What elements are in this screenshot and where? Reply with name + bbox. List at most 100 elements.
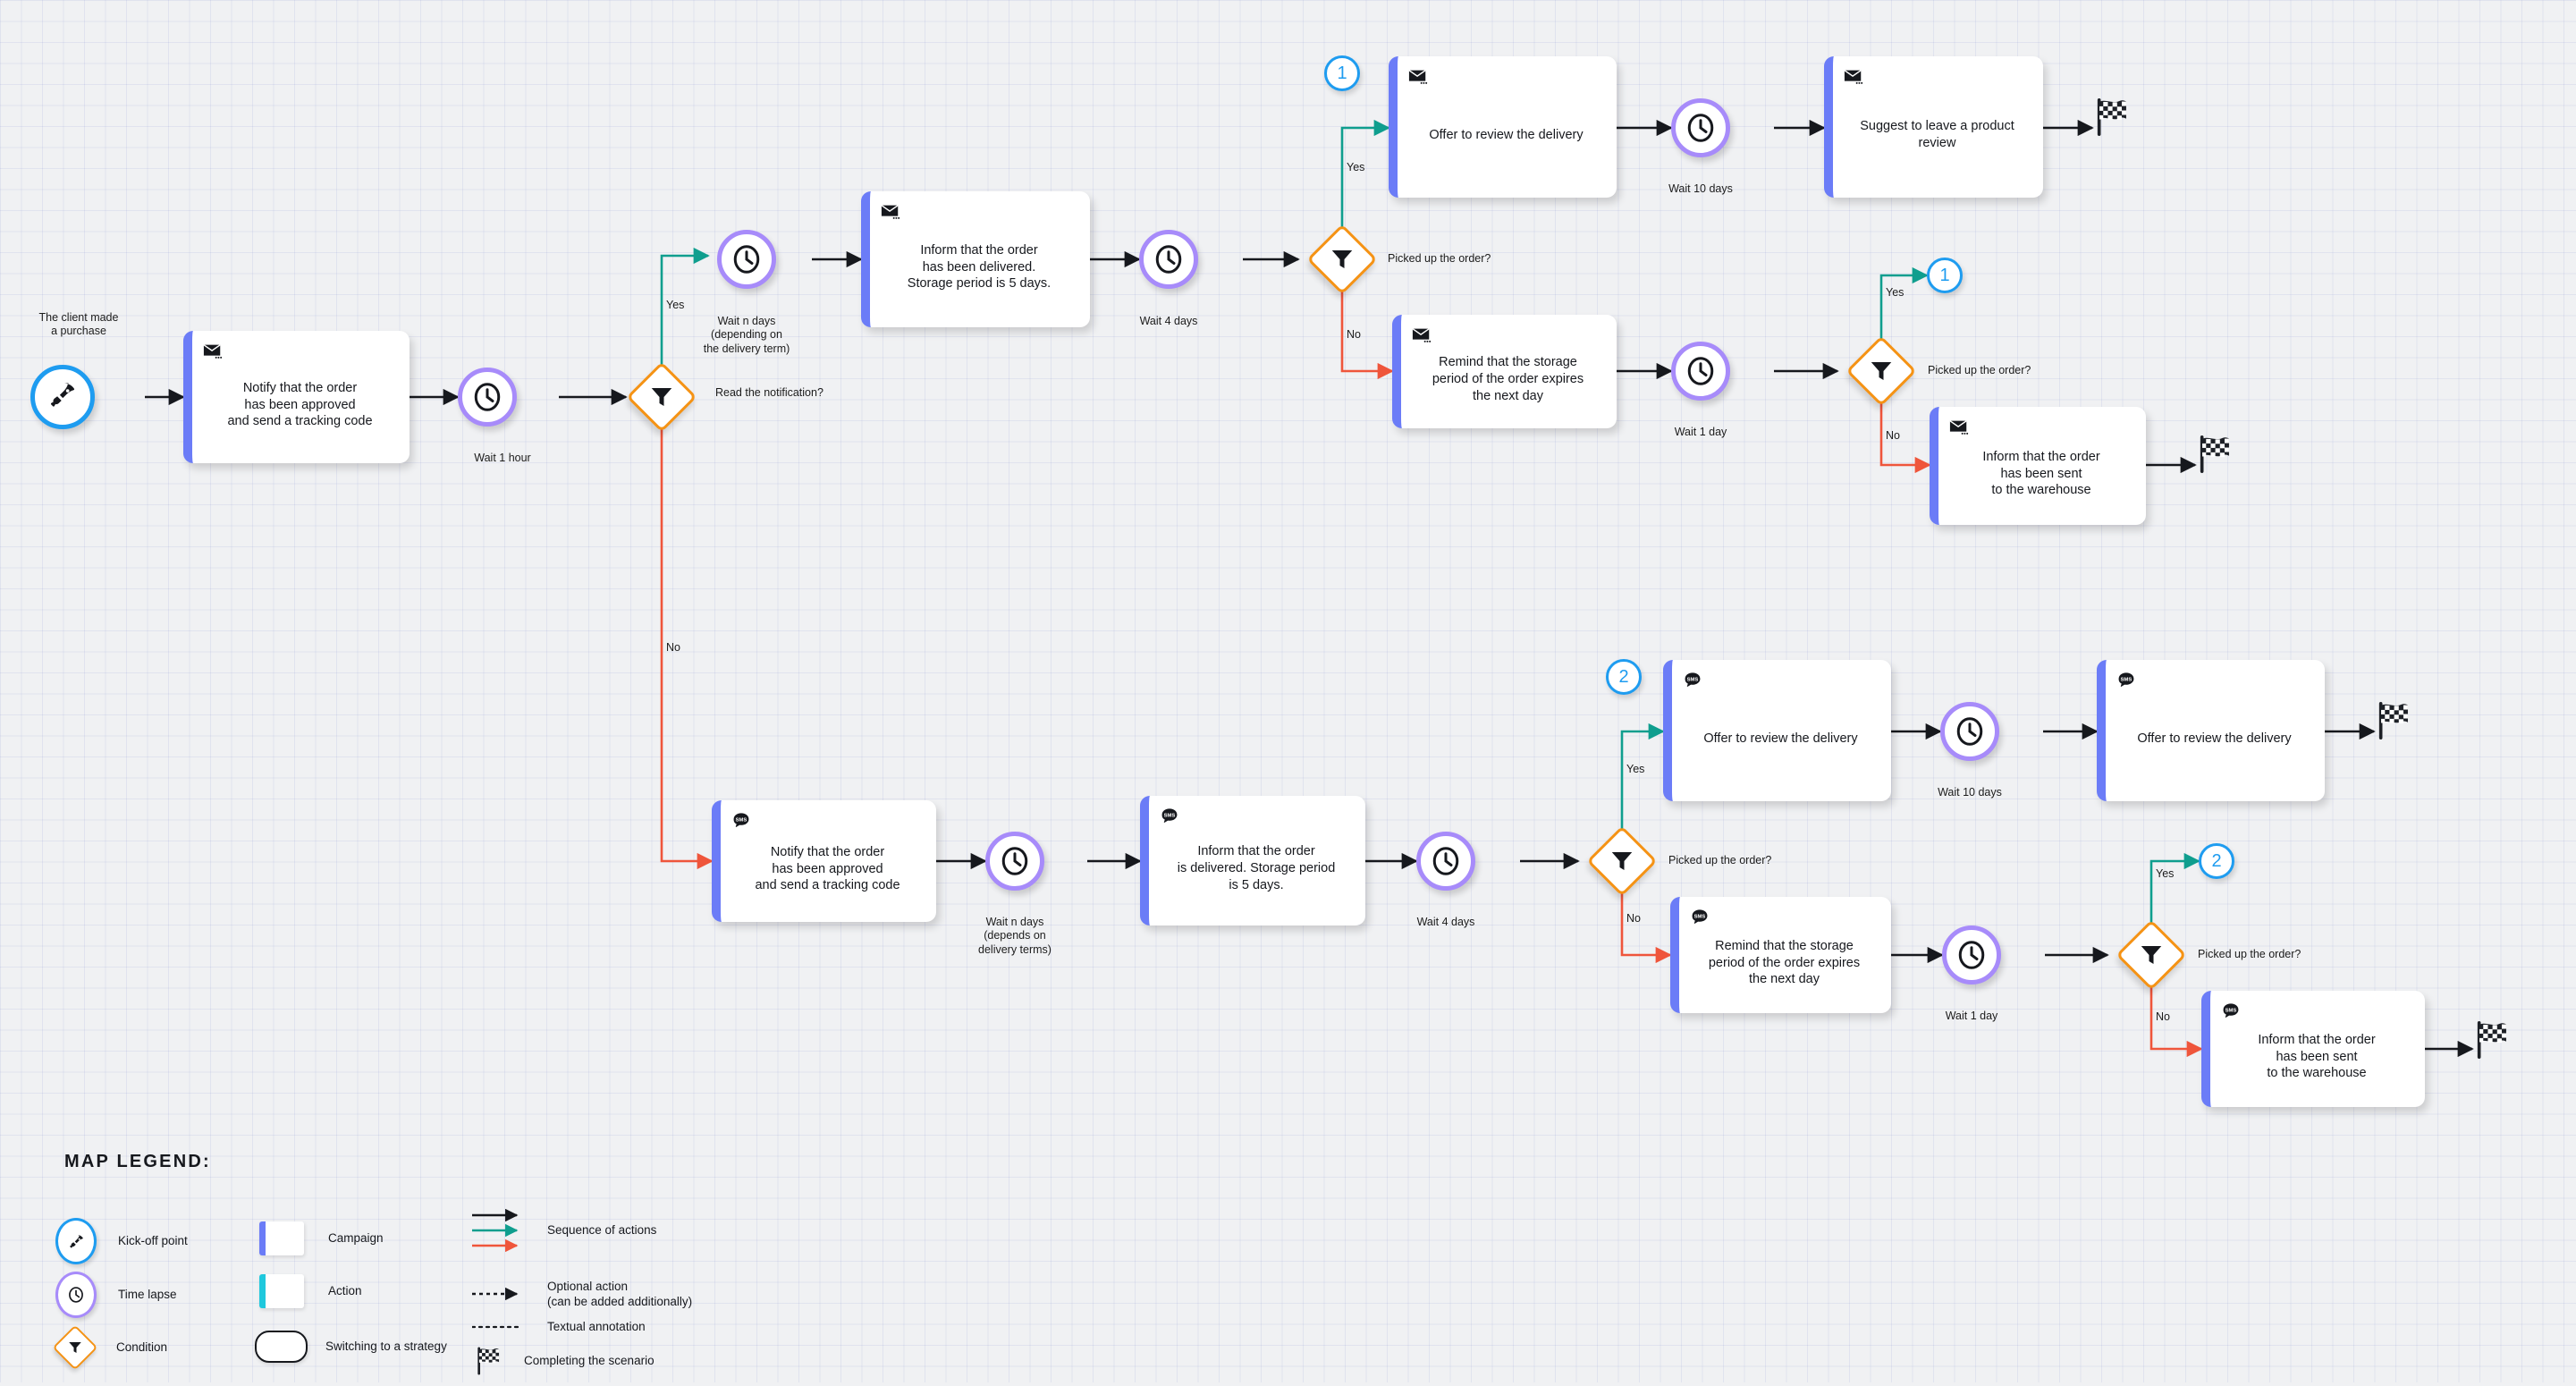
- wait-label-w4: Wait 10 days: [1668, 182, 1733, 195]
- campaign-node-c12[interactable]: SMS Inform that the order has been sent …: [2201, 991, 2425, 1107]
- edge-label-yes-d5: Yes: [2156, 867, 2175, 880]
- campaign-node-c8[interactable]: SMS Inform that the order is delivered. …: [1140, 796, 1365, 925]
- campaign-node-c3[interactable]: Offer to review the delivery: [1389, 56, 1617, 198]
- dotted-line: [472, 1325, 523, 1328]
- dashed-arrow: [472, 1288, 519, 1301]
- wait-label-w1: Wait 1 hour: [474, 452, 531, 464]
- legend-item-condition: Condition: [52, 1324, 168, 1371]
- funnel-icon: [69, 1342, 81, 1353]
- edge-label-yes-d4: Yes: [1626, 763, 1645, 775]
- reference-circle-2a[interactable]: 2: [1606, 659, 1642, 695]
- action-block: [259, 1274, 304, 1308]
- campaign-text: Inform that the order is delivered. Stor…: [1177, 844, 1336, 892]
- campaign-text: Remind that the storage period of the or…: [1432, 355, 1584, 403]
- edge-label-no-d4: No: [1626, 912, 1641, 925]
- legend-label: Time lapse: [118, 1288, 177, 1302]
- svg-text:SMS: SMS: [736, 818, 747, 824]
- legend-item-sequence: Sequence of actions: [472, 1207, 656, 1254]
- arrow-group: [472, 1208, 519, 1253]
- wait-node-w9[interactable]: [1942, 925, 2001, 985]
- svg-text:SMS: SMS: [1694, 915, 1706, 920]
- funnel-icon: [1871, 362, 1892, 380]
- email-icon: [1844, 70, 1863, 84]
- condition-question-d1: Read the notification?: [715, 386, 823, 399]
- campaign-text: Notify that the order has been approved …: [755, 844, 900, 893]
- email-icon: [203, 344, 223, 359]
- wait-node-w6[interactable]: [985, 832, 1044, 891]
- email-icon: [881, 205, 900, 219]
- campaign-node-c9[interactable]: SMS Offer to review the delivery: [1663, 660, 1891, 801]
- campaign-node-c7[interactable]: SMS Notify that the order has been appro…: [712, 800, 936, 922]
- campaign-node-c6[interactable]: Inform that the order has been sent to t…: [1930, 407, 2146, 525]
- campaign-node-c5[interactable]: Remind that the storage period of the or…: [1392, 315, 1617, 428]
- campaign-text: Notify that the order has been approved …: [227, 380, 373, 429]
- campaign-node-c10[interactable]: SMS Offer to review the delivery: [2097, 660, 2325, 801]
- reference-circle-1b[interactable]: 1: [1927, 258, 1963, 293]
- legend-label: Completing the scenario: [524, 1354, 655, 1368]
- clock-icon: [1687, 114, 1714, 142]
- funnel-icon: [651, 388, 672, 406]
- clock-icon: [1155, 245, 1182, 274]
- funnel-icon: [1611, 852, 1633, 870]
- campaign-node-c4[interactable]: Suggest to leave a product review: [1824, 56, 2043, 198]
- wait-node-w4[interactable]: [1671, 98, 1730, 157]
- email-icon: [1412, 328, 1432, 342]
- checkered-flag-icon: [2092, 97, 2133, 138]
- wait-node-w8[interactable]: [1940, 702, 1999, 761]
- campaign-node-c1[interactable]: Notify that the order has been approved …: [183, 331, 410, 463]
- clock-icon: [474, 383, 501, 411]
- campaign-text: Inform that the order has been sent to t…: [1982, 449, 2100, 498]
- legend-item-timelapse: Time lapse: [55, 1272, 177, 1318]
- campaign-text: Offer to review the delivery: [1429, 127, 1584, 142]
- wait-label-w8: Wait 10 days: [1938, 786, 2002, 799]
- email-icon: [1949, 420, 1969, 435]
- sms-icon: SMS: [1685, 672, 1701, 687]
- campaign-text: Suggest to leave a product review: [1860, 119, 2014, 150]
- clock-icon: [1956, 717, 1983, 746]
- legend-label: Condition: [116, 1340, 168, 1355]
- svg-text:SMS: SMS: [2225, 1009, 2237, 1014]
- funnel-icon: [1331, 250, 1353, 268]
- legend-item-strategy: Switching to a strategy: [255, 1331, 447, 1363]
- reference-circle-1a[interactable]: 1: [1324, 55, 1360, 91]
- edge-label-no-d3: No: [1886, 429, 1900, 442]
- legend-title: MAP LEGEND:: [64, 1152, 211, 1171]
- clock-icon: [1958, 941, 1985, 969]
- strategy-pill: [255, 1331, 308, 1363]
- campaign-node-c2[interactable]: Inform that the order has been delivered…: [861, 191, 1090, 327]
- sms-icon: SMS: [2118, 672, 2134, 687]
- clock-icon: [69, 1287, 83, 1303]
- campaign-text: Offer to review the delivery: [1703, 731, 1858, 746]
- email-icon: [1408, 70, 1428, 84]
- wait-label-w5: Wait 1 day: [1674, 426, 1727, 438]
- legend-label: Textual annotation: [547, 1320, 646, 1333]
- kickoff-node[interactable]: [30, 365, 95, 429]
- edge-label-yes-d2: Yes: [1347, 161, 1365, 173]
- wait-node-w5[interactable]: [1671, 342, 1730, 401]
- clock-icon: [1687, 357, 1714, 385]
- edge-label-no-d5: No: [2156, 1010, 2170, 1023]
- kickoff-legend-shape: [55, 1218, 97, 1264]
- edge-label-no-d2: No: [1347, 328, 1361, 341]
- edge-label-yes-d3: Yes: [1886, 286, 1905, 299]
- legend-item-kickoff: Kick-off point: [55, 1218, 188, 1264]
- campaign-node-c11[interactable]: SMS Remind that the storage period of th…: [1670, 897, 1891, 1013]
- reference-circle-2b[interactable]: 2: [2199, 843, 2234, 879]
- legend-label: Optional action (can be added additional…: [547, 1280, 693, 1309]
- svg-text:SMS: SMS: [1687, 678, 1699, 683]
- legend-label: Switching to a strategy: [325, 1340, 447, 1354]
- wait-label-w9: Wait 1 day: [1945, 1010, 1998, 1022]
- wait-node-w1[interactable]: [458, 368, 517, 427]
- clock-icon: [1432, 847, 1459, 875]
- legend-item-completion: Completing the scenario: [474, 1346, 655, 1376]
- legend-item-annotation: Textual annotation: [472, 1319, 646, 1334]
- wait-label-w2: Wait n days (depending on the delivery t…: [703, 315, 790, 355]
- sms-icon: SMS: [1161, 808, 1178, 823]
- wait-label-w3: Wait 4 days: [1139, 315, 1198, 327]
- funnel-icon: [2141, 946, 2162, 964]
- wait-node-w2[interactable]: [717, 230, 776, 289]
- edge-label-no-d1: No: [666, 641, 680, 654]
- wait-node-w3[interactable]: [1139, 230, 1198, 289]
- wait-node-w7[interactable]: [1416, 832, 1475, 891]
- sms-icon: SMS: [1692, 909, 1708, 924]
